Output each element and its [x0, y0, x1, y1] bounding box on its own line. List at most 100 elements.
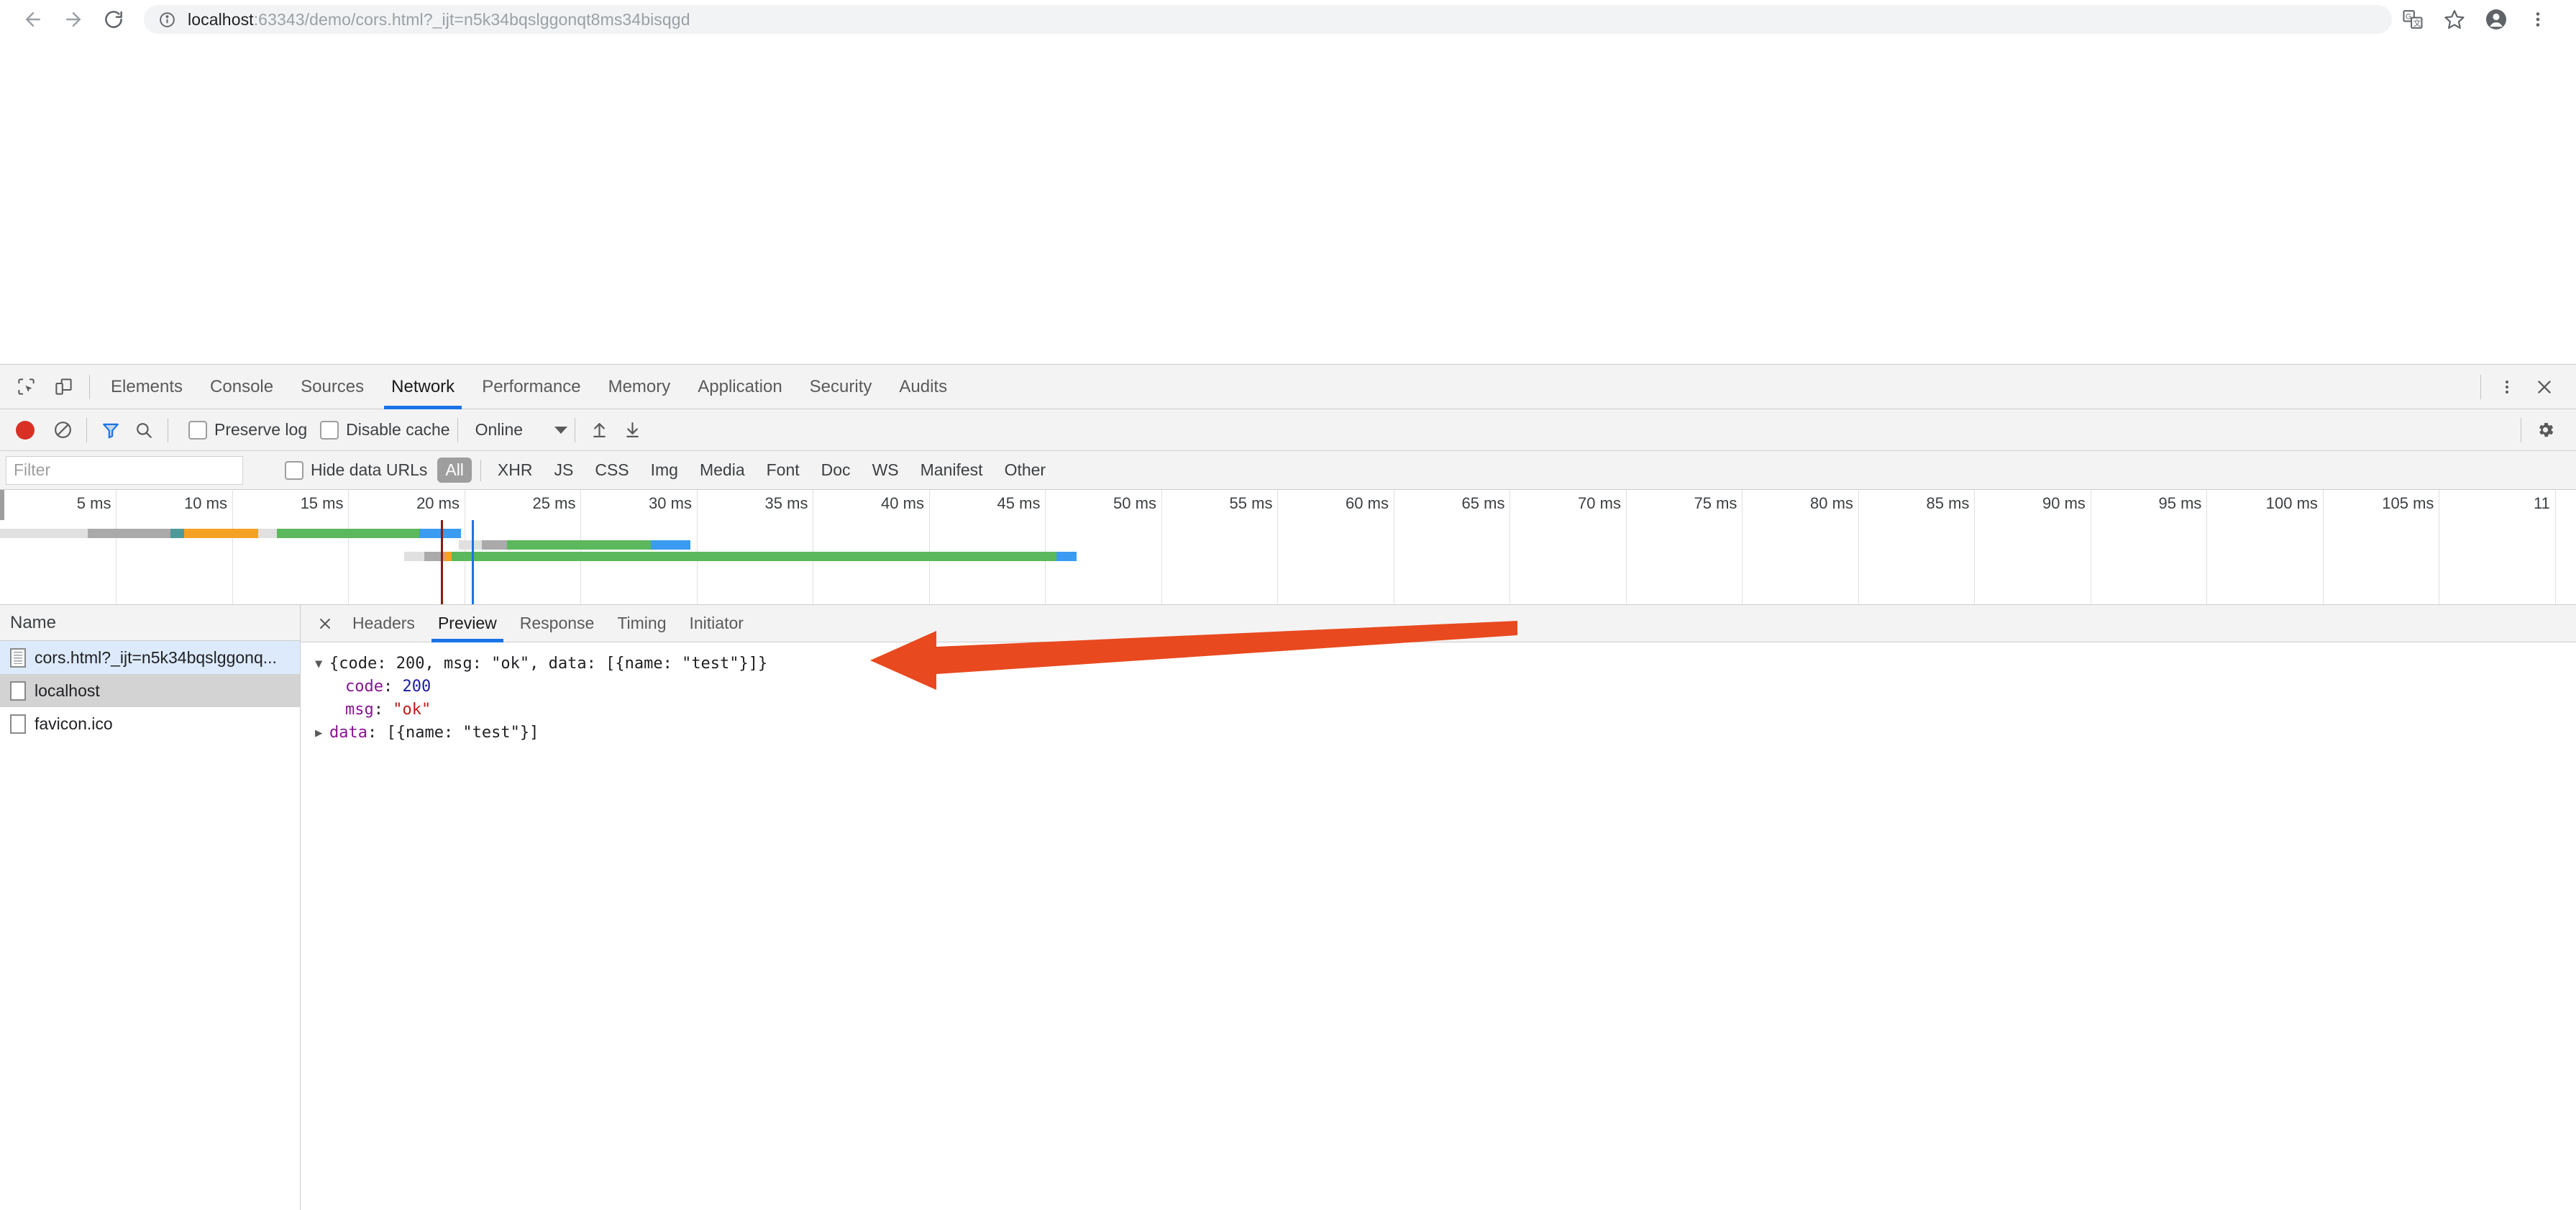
- devtools-more-menu-icon[interactable]: [2488, 368, 2526, 406]
- type-filter-css[interactable]: CSS: [587, 458, 636, 483]
- timeline-tick-label: 5 ms: [76, 494, 111, 512]
- type-filter-media[interactable]: Media: [692, 458, 753, 483]
- type-filter-js[interactable]: JS: [546, 458, 581, 483]
- tab-audits[interactable]: Audits: [885, 365, 961, 409]
- detail-tab-timing[interactable]: Timing: [606, 605, 677, 642]
- tab-application[interactable]: Application: [684, 365, 795, 409]
- type-filter-manifest[interactable]: Manifest: [913, 458, 991, 483]
- svg-text:文: 文: [2413, 19, 2421, 28]
- filter-input[interactable]: Filter: [6, 455, 243, 485]
- detail-tab-response[interactable]: Response: [508, 605, 606, 642]
- document-file-icon: [10, 647, 26, 668]
- tab-network[interactable]: Network: [378, 365, 468, 409]
- waterfall-bar-localhost: [458, 540, 690, 550]
- request-row-favicon[interactable]: favicon.ico: [0, 707, 300, 740]
- waterfall-segment: [444, 552, 452, 561]
- waterfall-segment: [458, 540, 482, 550]
- detail-close-icon[interactable]: [309, 608, 341, 640]
- tab-memory[interactable]: Memory: [595, 365, 685, 409]
- request-list-header[interactable]: Name: [0, 605, 300, 641]
- type-filter-other[interactable]: Other: [997, 458, 1054, 483]
- type-filter-xhr[interactable]: XHR: [490, 458, 541, 483]
- timeline-left-handle[interactable]: [0, 490, 4, 520]
- translate-icon[interactable]: G 文: [2392, 0, 2434, 40]
- bookmark-star-icon[interactable]: [2434, 0, 2475, 40]
- back-button[interactable]: [13, 0, 53, 40]
- device-toolbar-icon[interactable]: [45, 368, 82, 406]
- timeline-tick-label: 40 ms: [881, 494, 924, 512]
- type-filter-all[interactable]: All: [437, 458, 472, 483]
- type-filter-img[interactable]: Img: [643, 458, 686, 483]
- hide-data-urls-checkbox[interactable]: Hide data URLs: [285, 460, 427, 480]
- tab-performance[interactable]: Performance: [468, 365, 594, 409]
- json-token-key: code: [345, 678, 383, 696]
- chevron-right-icon[interactable]: ▶: [315, 722, 329, 745]
- timeline-tick-label: 30 ms: [649, 494, 692, 512]
- json-preview-text: data: [{name: "test"}]: [329, 722, 539, 745]
- generic-file-icon: [10, 714, 26, 734]
- request-list: Name cors.html?_ijt=n5k34bqslggonq... lo…: [0, 605, 301, 1210]
- chevron-down-icon[interactable]: ▼: [315, 652, 329, 675]
- hide-data-urls-box: [285, 460, 303, 480]
- page-viewport: [0, 39, 2576, 364]
- json-preview-row[interactable]: code: 200: [315, 675, 2576, 699]
- tab-sources[interactable]: Sources: [287, 365, 378, 409]
- preserve-log-checkbox[interactable]: Preserve log: [188, 420, 307, 440]
- json-token-plain: :: [373, 701, 393, 719]
- load-event-line: [471, 520, 474, 604]
- waterfall-segment: [481, 540, 508, 550]
- throttle-select[interactable]: Online: [475, 420, 568, 440]
- browser-toolbar: localhost:63343/demo/cors.html?_ijt=n5k3…: [0, 0, 2576, 39]
- url-path: :63343/demo/cors.html?_ijt=n5k34bqslggon…: [253, 9, 690, 29]
- import-har-icon[interactable]: [583, 414, 616, 447]
- request-row-cors-html[interactable]: cors.html?_ijt=n5k34bqslggonq...: [0, 641, 300, 674]
- network-timeline-overview[interactable]: 5 ms 10 ms 15 ms 20 ms 25 ms 30 ms 35 ms 40 ms 4…: [0, 490, 2576, 605]
- type-filter-doc[interactable]: Doc: [813, 458, 859, 483]
- timeline-tick-label: 75 ms: [1694, 494, 1737, 512]
- disable-cache-checkbox[interactable]: Disable cache: [320, 420, 450, 440]
- waterfall-row: [0, 552, 2576, 563]
- tab-elements[interactable]: Elements: [97, 365, 196, 409]
- filter-icon[interactable]: [94, 414, 127, 447]
- devtools-close-icon[interactable]: [2526, 368, 2563, 406]
- json-preview-row[interactable]: ▶ data: [{name: "test"}]: [315, 722, 2576, 745]
- tab-security[interactable]: Security: [796, 365, 886, 409]
- timeline-tick-label: 45 ms: [997, 494, 1041, 512]
- devtools-tabbar-actions: [2473, 368, 2576, 406]
- tabbar-right-divider: [2480, 374, 2481, 399]
- request-name: cors.html?_ijt=n5k34bqslggonq...: [35, 647, 277, 667]
- preserve-log-label: Preserve log: [214, 420, 308, 439]
- page-info-icon[interactable]: [158, 11, 176, 29]
- address-bar[interactable]: localhost:63343/demo/cors.html?_ijt=n5k3…: [144, 5, 2392, 34]
- profile-avatar-icon[interactable]: [2475, 0, 2517, 40]
- clear-icon[interactable]: [46, 414, 79, 447]
- request-name: localhost: [35, 681, 100, 700]
- disable-cache-label: Disable cache: [346, 420, 450, 439]
- type-filter-ws[interactable]: WS: [864, 458, 907, 483]
- throttle-value: Online: [475, 420, 524, 439]
- url-host: localhost: [188, 9, 254, 29]
- json-preview-row[interactable]: ▼ {code: 200, msg: "ok", data: [{name: "t…: [315, 652, 2576, 675]
- json-preview-row[interactable]: msg: "ok": [315, 699, 2576, 722]
- chevron-down-icon: [554, 426, 568, 434]
- gear-icon[interactable]: [2529, 414, 2562, 447]
- detail-tab-preview[interactable]: Preview: [426, 605, 508, 642]
- forward-button[interactable]: [53, 0, 93, 40]
- inspect-element-icon[interactable]: [7, 368, 45, 406]
- request-row-localhost[interactable]: localhost: [0, 674, 300, 707]
- type-filter-font[interactable]: Font: [759, 458, 808, 483]
- reload-button[interactable]: [93, 0, 134, 40]
- json-token-plain: : [{name: "test"}]: [367, 724, 539, 742]
- tab-console[interactable]: Console: [196, 365, 287, 409]
- chrome-menu-icon[interactable]: [2517, 0, 2559, 40]
- search-icon[interactable]: [127, 414, 160, 447]
- json-preview-text: code: 200: [329, 675, 431, 699]
- detail-tab-headers[interactable]: Headers: [341, 605, 426, 642]
- waterfall-segment: [651, 540, 690, 550]
- network-toolbar-right: [2513, 414, 2576, 447]
- export-har-icon[interactable]: [616, 414, 649, 447]
- detail-tab-initiator[interactable]: Initiator: [678, 605, 755, 642]
- timeline-tick-label: 85 ms: [1926, 494, 1970, 512]
- json-preview[interactable]: ▼ {code: 200, msg: "ok", data: [{name: "t…: [301, 642, 2576, 1210]
- record-button[interactable]: [16, 420, 35, 440]
